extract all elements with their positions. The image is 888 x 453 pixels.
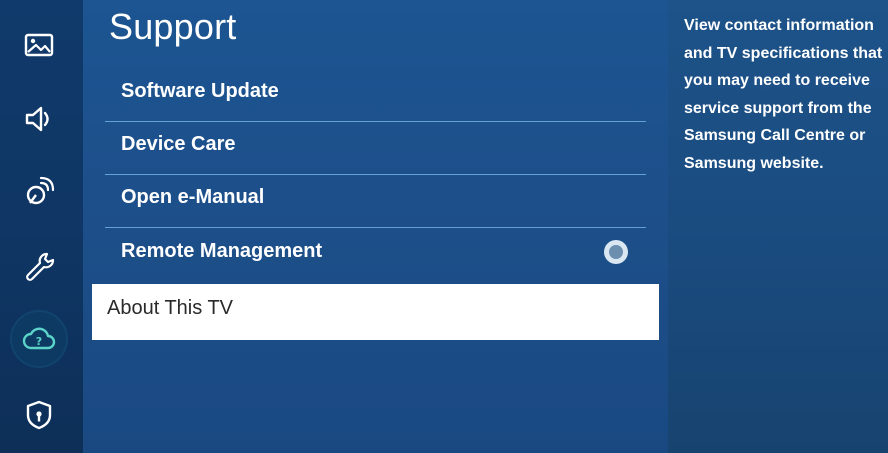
broadcasting-icon[interactable] — [12, 165, 66, 219]
menu-item-remote-management[interactable]: Remote Management — [105, 228, 646, 281]
menu-item-about-this-tv[interactable]: About This TV — [92, 284, 659, 340]
menu-item-label: Device Care — [121, 133, 236, 155]
privacy-icon[interactable] — [12, 388, 66, 442]
help-panel: View contact information and TV specific… — [668, 0, 888, 453]
picture-icon[interactable] — [12, 18, 66, 72]
support-icon[interactable]: ? — [12, 312, 66, 366]
sound-icon[interactable] — [12, 92, 66, 146]
menu-item-label: Software Update — [121, 80, 279, 102]
menu-item-device-care[interactable]: Device Care — [105, 121, 646, 175]
help-description: View contact information and TV specific… — [684, 17, 883, 172]
page-title: Support — [109, 6, 237, 47]
menu-item-label: Open e-Manual — [121, 186, 265, 208]
menu-item-label: Remote Management — [121, 240, 323, 262]
general-icon[interactable] — [12, 239, 66, 293]
menu-item-open-e-manual[interactable]: Open e-Manual — [105, 174, 646, 228]
settings-category-rail: ? — [0, 0, 83, 453]
svg-text:?: ? — [36, 335, 42, 348]
menu-item-software-update[interactable]: Software Update — [105, 68, 646, 122]
support-menu-panel: Support Software Update Device Care Open… — [83, 0, 668, 453]
menu-item-label: About This TV — [107, 297, 233, 319]
remote-management-toggle[interactable] — [604, 240, 628, 264]
